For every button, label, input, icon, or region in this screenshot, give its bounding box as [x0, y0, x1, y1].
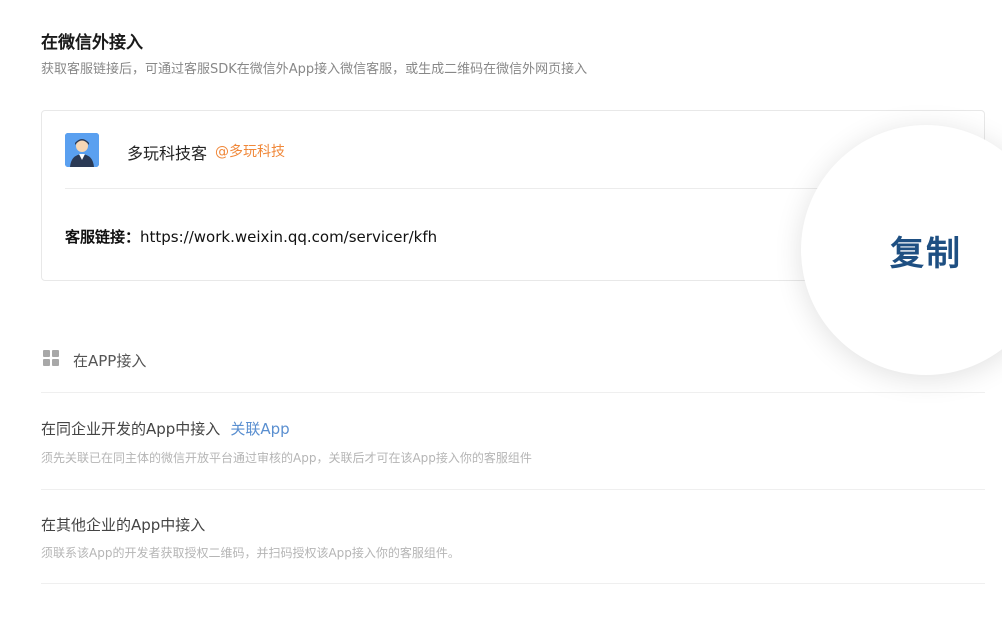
app-section-title: 在APP接入: [73, 352, 147, 370]
service-account-name: 多玩科技客: [127, 144, 208, 163]
other-corp-app-title: 在其他企业的App中接入: [41, 516, 206, 534]
same-corp-app-desc: 须先关联已在同主体的微信开放平台通过审核的App，关联后才可在该App接入你的客…: [41, 451, 532, 465]
service-link-label: 客服链接：: [65, 228, 141, 246]
other-corp-app-desc: 须联系该App的开发者获取授权二维码，并扫码授权该App接入你的客服组件。: [41, 546, 460, 560]
row-divider: [41, 583, 985, 584]
service-link-row: 客服链接：https://work.weixin.qq.com/servicer…: [65, 226, 437, 247]
section-title-outside-wechat: 在微信外接入: [41, 33, 143, 53]
link-app-button[interactable]: 关联App: [230, 420, 289, 438]
same-corp-app-title: 在同企业开发的App中接入: [41, 420, 221, 438]
grid-icon: [43, 350, 61, 368]
copy-link-button[interactable]: 复制: [890, 226, 962, 275]
row-divider: [41, 392, 985, 393]
section-description: 获取客服链接后，可通过客服SDK在微信外App接入微信客服，或生成二维码在微信外…: [41, 62, 588, 77]
same-corp-app-option: 在同企业开发的App中接入 关联App: [41, 418, 290, 439]
corp-name-tag: @多玩科技: [215, 144, 285, 160]
row-divider: [41, 489, 985, 490]
service-link-url[interactable]: https://work.weixin.qq.com/servicer/kfh: [140, 228, 437, 246]
customer-service-avatar-icon: [65, 133, 99, 167]
